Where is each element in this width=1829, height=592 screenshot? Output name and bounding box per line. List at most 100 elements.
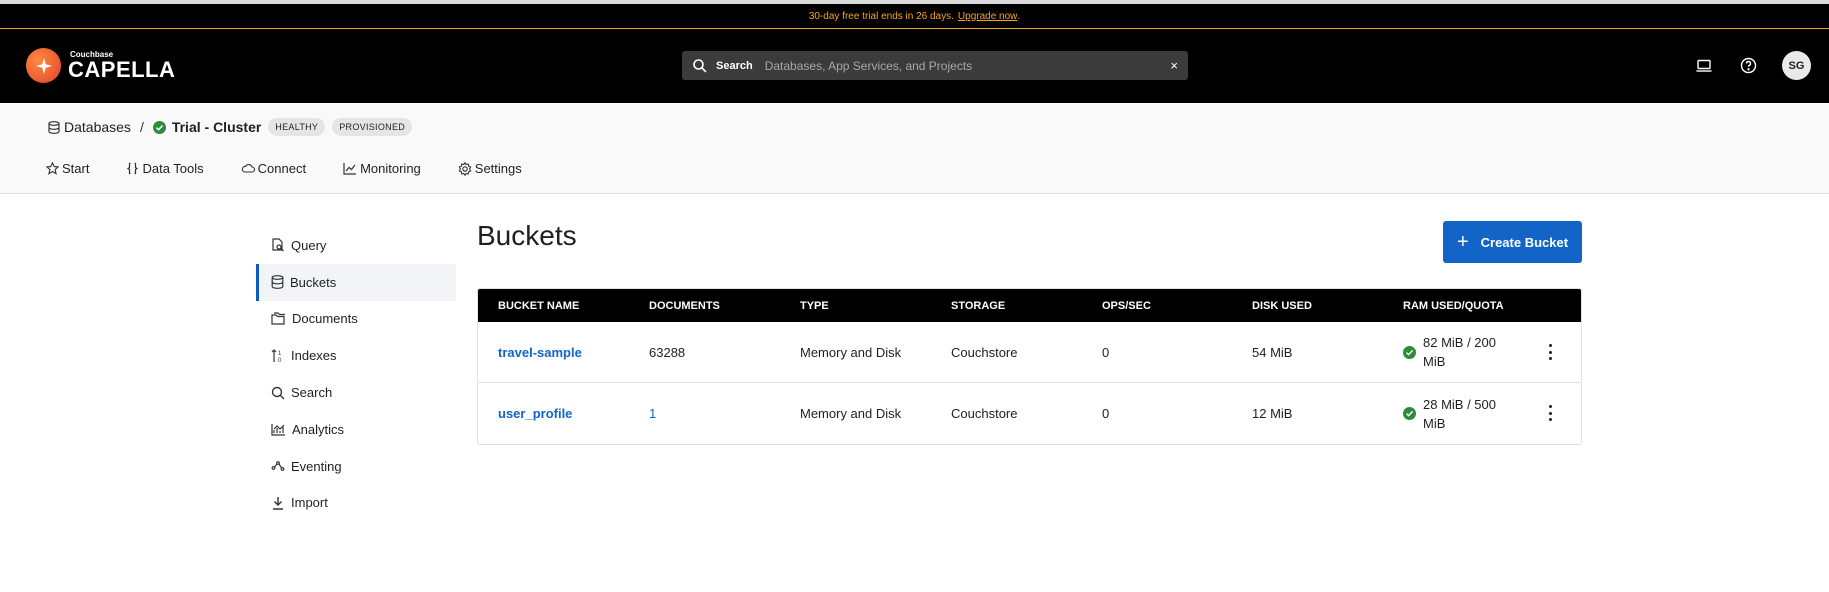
- healthy-check-icon: [1403, 345, 1416, 359]
- search-icon: [271, 386, 285, 400]
- column-header[interactable]: STORAGE: [951, 300, 1005, 312]
- bucket-storage: Couchstore: [951, 406, 1018, 421]
- capella-logo[interactable]: Couchbase CAPELLA: [26, 48, 175, 83]
- analytics-icon: [271, 423, 285, 436]
- sidebar-item-label: Query: [291, 237, 327, 253]
- sidebar-item-query[interactable]: Query: [256, 227, 456, 264]
- sidebar-item-indexes[interactable]: 10 Indexes: [256, 337, 456, 374]
- documents-icon: [271, 312, 285, 326]
- sidebar-item-label: Search: [291, 385, 333, 401]
- documents-count[interactable]: 1: [649, 406, 656, 421]
- tab-label: Connect: [257, 161, 307, 176]
- gear-icon: [458, 161, 472, 176]
- capella-logo-icon: [26, 48, 61, 83]
- search-input[interactable]: [764, 58, 1171, 73]
- tab-start[interactable]: Start: [46, 161, 89, 176]
- trial-banner: 30-day free trial ends in 26 days. Upgra…: [0, 4, 1829, 29]
- trial-banner-suffix: .: [1017, 10, 1021, 22]
- sort-icon: 10: [271, 348, 282, 363]
- column-header[interactable]: OPS/SEC: [1102, 300, 1151, 312]
- star-icon: [46, 162, 59, 175]
- bucket-storage: Couchstore: [951, 344, 1018, 360]
- tab-connect[interactable]: Connect: [241, 161, 306, 176]
- sidebar-item-label: Eventing: [291, 458, 342, 474]
- table-header: BUCKET NAME DOCUMENTS TYPE STORAGE OPS/S…: [478, 289, 1581, 322]
- bucket-type: Memory and Disk: [800, 344, 902, 360]
- sidebar-item-eventing[interactable]: Eventing: [256, 448, 456, 485]
- create-bucket-label: Create Bucket: [1480, 234, 1569, 250]
- brand-name: CAPELLA: [68, 56, 176, 82]
- sidebar-item-label: Buckets: [290, 274, 337, 290]
- bucket-name-link[interactable]: travel-sample: [498, 345, 582, 360]
- status-badge-provisioned: PROVISIONED: [332, 118, 413, 136]
- sidebar-item-buckets[interactable]: Buckets: [256, 263, 456, 301]
- ram-used-quota: 82 MiB / 200 MiB: [1403, 333, 1513, 371]
- column-header[interactable]: DOCUMENTS: [649, 300, 720, 312]
- search-label: Search: [716, 59, 753, 72]
- sidebar-item-label: Indexes: [291, 348, 337, 364]
- help-icon[interactable]: [1738, 56, 1758, 76]
- breadcrumb-databases[interactable]: Databases: [64, 119, 131, 135]
- ram-value: 82 MiB / 200 MiB: [1423, 335, 1496, 369]
- bucket-type: Memory and Disk: [800, 406, 902, 421]
- column-header[interactable]: BUCKET NAME: [498, 300, 579, 312]
- disk-used: 54 MiB: [1252, 344, 1293, 360]
- column-header[interactable]: RAM USED/QUOTA: [1403, 300, 1504, 312]
- chart-line-icon: [343, 163, 357, 175]
- user-avatar[interactable]: SG: [1782, 51, 1811, 80]
- cloud-icon: [241, 163, 255, 173]
- trial-banner-text: 30-day free trial ends in 26 days.: [808, 10, 954, 22]
- healthy-check-icon: [1403, 407, 1416, 420]
- database-icon: [48, 120, 60, 134]
- table-row: user_profile 1 Memory and Disk Couchstor…: [478, 383, 1581, 444]
- cluster-name: Trial - Cluster: [171, 119, 262, 135]
- sidebar-item-analytics[interactable]: Analytics: [256, 411, 456, 448]
- console-icon[interactable]: [1694, 56, 1714, 76]
- sidebar-item-label: Import: [291, 495, 328, 511]
- row-menu-icon[interactable]: [1547, 405, 1553, 421]
- ram-value: 28 MiB / 500 MiB: [1423, 396, 1496, 431]
- cluster-subheader: Databases / Trial - Cluster HEALTHY PROV…: [0, 103, 1829, 194]
- database-icon: [271, 275, 284, 290]
- braces-icon: [127, 162, 139, 175]
- sidebar-item-import[interactable]: Import: [256, 485, 456, 522]
- plus-icon: +: [1456, 231, 1469, 253]
- query-icon: [272, 238, 284, 252]
- table-row: travel-sample 63288 Memory and Disk Couc…: [478, 322, 1581, 383]
- buckets-table: BUCKET NAME DOCUMENTS TYPE STORAGE OPS/S…: [477, 288, 1582, 445]
- disk-used: 12 MiB: [1252, 406, 1293, 421]
- search-icon: [693, 58, 707, 73]
- global-search: Search ×: [682, 51, 1188, 80]
- tab-label: Monitoring: [360, 161, 421, 176]
- svg-text:1: 1: [278, 351, 282, 357]
- sidebar-item-label: Analytics: [292, 421, 345, 437]
- tab-label: Settings: [474, 161, 522, 176]
- row-menu-icon[interactable]: [1547, 344, 1553, 360]
- search-clear-button[interactable]: ×: [1170, 58, 1178, 73]
- app-header: Couchbase CAPELLA Search × SG: [0, 29, 1829, 103]
- ops-per-sec: 0: [1102, 344, 1110, 360]
- tab-data-tools[interactable]: Data Tools: [126, 161, 204, 176]
- svg-text:0: 0: [278, 358, 282, 363]
- sidebar-item-search[interactable]: Search: [256, 374, 456, 411]
- page-title: Buckets: [477, 220, 577, 251]
- tab-monitoring[interactable]: Monitoring: [343, 161, 421, 176]
- data-tools-sidebar: Query Buckets Documents 10 Indexes Searc…: [256, 227, 456, 521]
- sidebar-item-documents[interactable]: Documents: [256, 301, 456, 338]
- ram-used-quota: 28 MiB / 500 MiB: [1403, 395, 1513, 433]
- healthy-check-icon: [152, 120, 166, 134]
- tab-label: Start: [62, 161, 90, 176]
- breadcrumb-separator: /: [139, 119, 144, 135]
- create-bucket-button[interactable]: + Create Bucket: [1443, 221, 1582, 263]
- documents-count: 63288: [649, 344, 686, 360]
- column-header[interactable]: TYPE: [800, 300, 829, 312]
- bucket-name-link[interactable]: user_profile: [498, 406, 572, 421]
- upgrade-link[interactable]: Upgrade now: [958, 11, 1017, 22]
- tab-settings[interactable]: Settings: [458, 161, 522, 176]
- cluster-tabs: Start Data Tools Connect Monitoring Sett…: [46, 161, 559, 176]
- eventing-icon: [271, 461, 285, 472]
- status-badge-healthy: HEALTHY: [268, 118, 326, 136]
- tab-label: Data Tools: [142, 161, 204, 176]
- column-header[interactable]: DISK USED: [1252, 300, 1312, 312]
- breadcrumb: Databases / Trial - Cluster HEALTHY PROV…: [48, 118, 413, 136]
